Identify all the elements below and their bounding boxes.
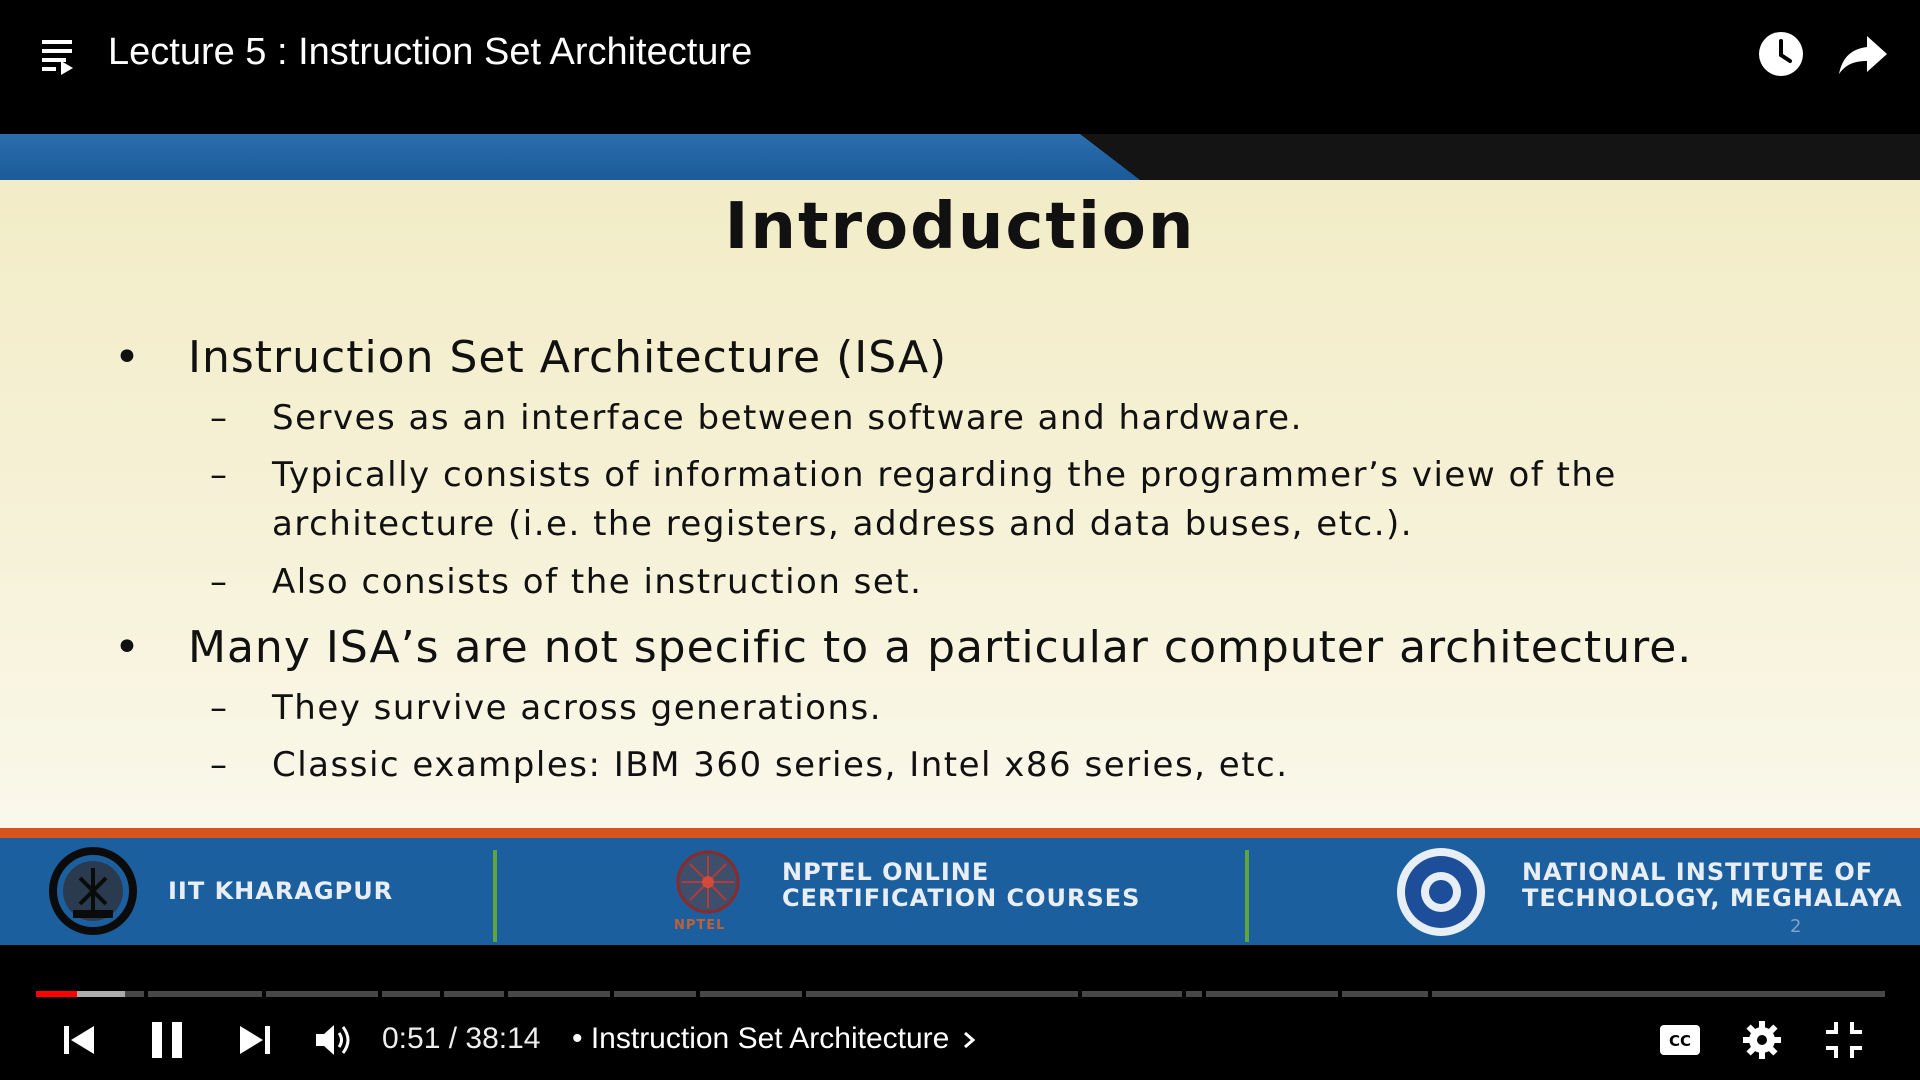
- sub-bullet-continuation: architecture (i.e. the registers, addres…: [272, 504, 1413, 544]
- chapter-segment[interactable]: [1186, 991, 1202, 997]
- sub-bullet-text: Typically consists of information regard…: [272, 455, 1617, 495]
- bullet-text: Many ISA’s are not specific to a particu…: [188, 622, 1693, 673]
- captions-button[interactable]: CC: [1656, 1020, 1706, 1060]
- nit-meghalaya-logo-icon: [1397, 848, 1485, 936]
- clock-icon: [1759, 32, 1803, 76]
- nptel-logo-icon: [676, 850, 740, 914]
- sub-bullet-text: Serves as an interface between software …: [272, 398, 1303, 438]
- bullet-text: Instruction Set Architecture (ISA): [188, 332, 948, 383]
- nptel-logo-caption: NPTEL: [674, 918, 726, 933]
- dash-mark: –: [210, 562, 229, 602]
- sub-bullet-item: – They survive across generations.: [210, 688, 883, 728]
- watch-later-button[interactable]: [1755, 28, 1807, 80]
- pause-icon: [152, 1022, 182, 1058]
- chapter-segment[interactable]: [700, 991, 802, 997]
- dash-mark: –: [210, 398, 229, 438]
- dash-mark: –: [210, 455, 229, 495]
- cc-icon: CC: [1660, 1025, 1700, 1055]
- share-arrow-icon: [1839, 36, 1887, 74]
- dash-mark: –: [210, 688, 229, 728]
- chapter-segment[interactable]: [266, 991, 378, 997]
- bullet-mark: •: [114, 332, 141, 383]
- skip-next-icon: [240, 1026, 270, 1054]
- dash-mark: –: [210, 745, 229, 785]
- top-bar: Lecture 5 : Instruction Set Architecture: [0, 0, 1920, 110]
- volume-icon: [316, 1025, 350, 1055]
- pause-button[interactable]: [144, 1016, 192, 1064]
- progress-played: [36, 991, 77, 997]
- chapter-segment[interactable]: [806, 991, 1078, 997]
- footer-center-line2: CERTIFICATION COURSES: [782, 884, 1141, 912]
- chapter-segment[interactable]: [444, 991, 504, 997]
- sub-bullet-text: Also consists of the instruction set.: [272, 562, 923, 602]
- video-frame[interactable]: Introduction • Instruction Set Architect…: [0, 110, 1920, 945]
- next-button[interactable]: [232, 1020, 276, 1060]
- sub-bullet-text: Classic examples: IBM 360 series, Intel …: [272, 745, 1289, 785]
- sub-bullet-item: – Typically consists of information rega…: [210, 455, 1617, 495]
- slide-page-number: 2: [1790, 916, 1802, 937]
- video-title[interactable]: Lecture 5 : Instruction Set Architecture: [108, 30, 752, 74]
- chevron-right-icon: [963, 1031, 975, 1049]
- sub-bullet-item: – Classic examples: IBM 360 series, Inte…: [210, 745, 1289, 785]
- chapter-segment[interactable]: [382, 991, 440, 997]
- progress-bar[interactable]: [36, 991, 1885, 997]
- chapter-segment[interactable]: [148, 991, 262, 997]
- svg-text:CC: CC: [1669, 1032, 1691, 1050]
- playlist-button[interactable]: [36, 30, 86, 80]
- settings-button[interactable]: [1740, 1018, 1784, 1062]
- chapter-segment[interactable]: [1342, 991, 1428, 997]
- sub-bullet-item: – Serves as an interface between softwar…: [210, 398, 1303, 438]
- footer-divider: [493, 850, 497, 942]
- bullet-item: • Instruction Set Architecture (ISA): [114, 332, 948, 383]
- share-button[interactable]: [1835, 28, 1891, 80]
- footer-left-text: IIT KHARAGPUR: [168, 877, 394, 905]
- chapter-segment[interactable]: [614, 991, 696, 997]
- chapter-title-text: • Instruction Set Architecture: [572, 1022, 950, 1055]
- chapter-title[interactable]: • Instruction Set Architecture: [572, 1021, 980, 1057]
- slide-footer-accent: [0, 828, 1920, 838]
- previous-button[interactable]: [58, 1020, 102, 1060]
- exit-fullscreen-icon: [1826, 1022, 1862, 1058]
- slide-title: Introduction: [724, 190, 1196, 264]
- slide-header-accent: [0, 134, 1140, 180]
- bullet-mark: •: [114, 622, 141, 673]
- chapter-segment[interactable]: [1432, 991, 1885, 997]
- exit-fullscreen-button[interactable]: [1822, 1018, 1866, 1062]
- playlist-icon: [42, 40, 73, 75]
- footer-center-line1: NPTEL ONLINE: [782, 858, 990, 886]
- chapter-segment[interactable]: [1206, 991, 1338, 997]
- sub-bullet-item: – Also consists of the instruction set.: [210, 562, 923, 602]
- sub-bullet-text: They survive across generations.: [272, 688, 883, 728]
- bullet-item: • Many ISA’s are not specific to a parti…: [114, 622, 1693, 673]
- footer-divider: [1245, 850, 1249, 942]
- sub-bullet-text: architecture (i.e. the registers, addres…: [272, 504, 1414, 544]
- volume-button[interactable]: [312, 1018, 356, 1062]
- iit-kharagpur-logo-icon: [49, 847, 137, 935]
- footer-right-line2: TECHNOLOGY, MEGHALAYA: [1522, 884, 1903, 912]
- time-display: 0:51 / 38:14: [382, 1022, 541, 1055]
- skip-previous-icon: [64, 1026, 94, 1054]
- chapter-segment[interactable]: [508, 991, 610, 997]
- gear-icon: [1743, 1021, 1781, 1059]
- footer-right-line1: NATIONAL INSTITUTE OF: [1522, 858, 1874, 886]
- chapter-segment[interactable]: [1082, 991, 1182, 997]
